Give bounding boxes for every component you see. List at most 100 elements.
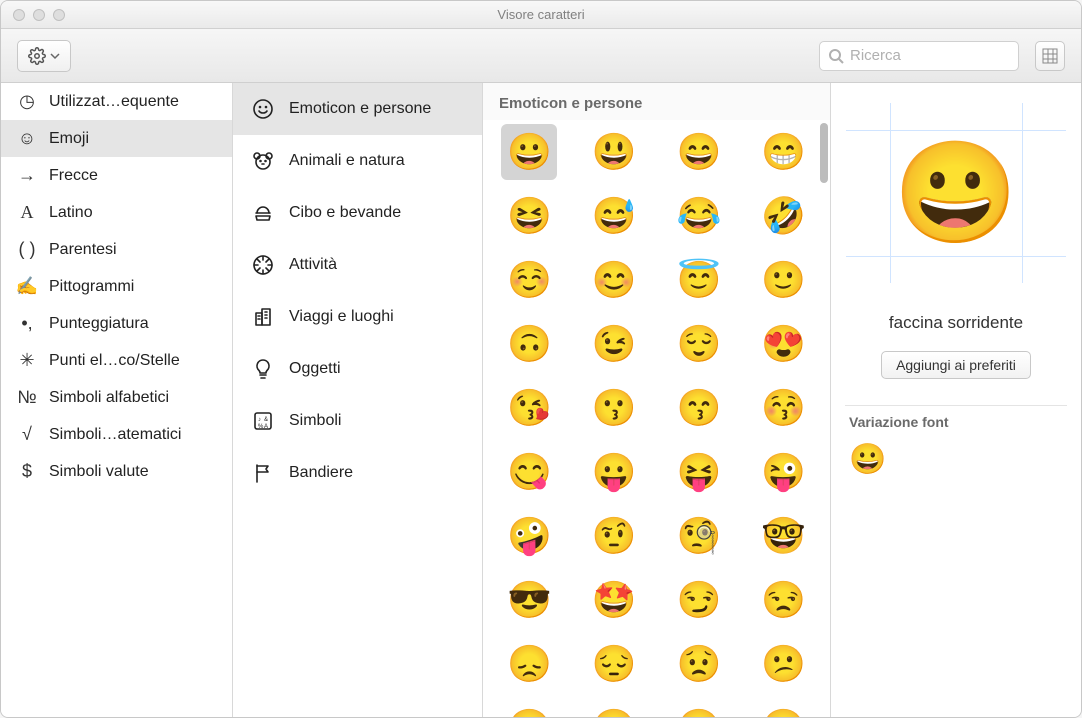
window-title: Visore caratteri xyxy=(1,7,1081,22)
emoji-cell[interactable]: 🙃 xyxy=(501,316,557,372)
pen-icon: ✍ xyxy=(15,276,39,297)
minimize-window-button[interactable] xyxy=(33,9,45,21)
emoji-cell[interactable]: 😄 xyxy=(671,124,727,180)
emoji-cell[interactable]: 😇 xyxy=(671,252,727,308)
emoji-cell[interactable]: ☹️ xyxy=(586,700,642,717)
subcategory-item[interactable]: Animali e natura xyxy=(233,135,482,187)
emoji-cell[interactable]: 😋 xyxy=(501,444,557,500)
traffic-lights xyxy=(1,9,65,21)
smile-icon xyxy=(251,97,279,121)
search-input[interactable] xyxy=(850,47,1049,64)
paren-icon: ( ) xyxy=(15,239,39,260)
emoji-cell[interactable]: 😉 xyxy=(586,316,642,372)
category-label: Emoji xyxy=(49,130,89,148)
category-item[interactable]: √Simboli…atematici xyxy=(1,416,232,453)
category-item[interactable]: №Simboli alfabetici xyxy=(1,379,232,416)
category-item[interactable]: ✳ Punti el…co/Stelle xyxy=(1,342,232,379)
sqrt-icon: √ xyxy=(15,424,39,445)
emoji-cell[interactable]: 😗 xyxy=(586,380,642,436)
category-label: Latino xyxy=(49,204,93,222)
subcategory-item[interactable]: Oggetti xyxy=(233,343,482,395)
category-item[interactable]: →Frecce xyxy=(1,157,232,194)
emoji-cell[interactable]: 😍 xyxy=(756,316,812,372)
subcategory-item[interactable]: Cibo e bevande xyxy=(233,187,482,239)
toggle-view-button[interactable] xyxy=(1035,41,1065,71)
close-window-button[interactable] xyxy=(13,9,25,21)
subcategory-label: Attività xyxy=(289,256,337,274)
emoji-cell[interactable]: 🙂 xyxy=(756,252,812,308)
category-sidebar: ◷Utilizzat…equente☺Emoji→FrecceALatino( … xyxy=(1,83,233,717)
emoji-cell[interactable]: 🙁 xyxy=(501,700,557,717)
gear-menu-button[interactable] xyxy=(17,40,71,72)
emoji-cell[interactable]: 🤩 xyxy=(586,572,642,628)
subcategory-item[interactable]: Attività xyxy=(233,239,482,291)
category-label: Punti el…co/Stelle xyxy=(49,352,180,370)
content-area: ◷Utilizzat…equente☺Emoji→FrecceALatino( … xyxy=(1,83,1081,717)
grid-header: Emoticon e persone xyxy=(483,83,830,120)
numero-icon: № xyxy=(15,387,39,408)
emoji-cell[interactable]: 😣 xyxy=(671,700,727,717)
emoji-cell[interactable]: 😆 xyxy=(501,188,557,244)
emoji-cell[interactable]: ☺️ xyxy=(501,252,557,308)
category-label: Pittogrammi xyxy=(49,278,134,296)
emoji-cell[interactable]: 😚 xyxy=(756,380,812,436)
punct-icon: •, xyxy=(15,313,39,334)
emoji-cell[interactable]: 😝 xyxy=(671,444,727,500)
emoji-cell[interactable]: 😃 xyxy=(586,124,642,180)
subcategory-sidebar: Emoticon e personeAnimali e natura Cibo e… xyxy=(233,83,483,717)
emoji-grid[interactable]: 😀 😃 😄 😁 😆 😅 😂 🤣 ☺️ 😊 😇 🙂 🙃 😉 😌 😍 😘 😗 😙 😚 😋 😛 😝 😜 🤪 🤨 🧐 🤓 😎 🤩 😏 😒 😞 😔 😟 😕 🙁 ☹️… xyxy=(483,120,830,717)
variation-section-title: Variazione font xyxy=(845,405,1067,436)
subcategory-item[interactable]: Bandiere xyxy=(233,447,482,499)
emoji-cell[interactable]: 😌 xyxy=(671,316,727,372)
emoji-cell[interactable]: 😏 xyxy=(671,572,727,628)
bulb-icon xyxy=(251,357,279,381)
emoji-cell[interactable]: 😙 xyxy=(671,380,727,436)
category-item[interactable]: ALatino xyxy=(1,194,232,231)
category-item[interactable]: ( )Parentesi xyxy=(1,231,232,268)
emoji-cell[interactable]: 😎 xyxy=(501,572,557,628)
scrollbar-thumb[interactable] xyxy=(820,123,828,183)
subcategory-label: Cibo e bevande xyxy=(289,204,401,222)
emoji-cell[interactable]: 😛 xyxy=(586,444,642,500)
scrollbar[interactable] xyxy=(820,123,828,715)
emoji-preview-box: 😀 xyxy=(846,103,1066,283)
category-item[interactable]: ◷Utilizzat…equente xyxy=(1,83,232,120)
emoji-cell[interactable]: 🤪 xyxy=(501,508,557,564)
emoji-cell[interactable]: 🤨 xyxy=(586,508,642,564)
emoji-cell[interactable]: 😊 xyxy=(586,252,642,308)
emoji-cell[interactable]: 🤓 xyxy=(756,508,812,564)
category-label: Simboli valute xyxy=(49,463,149,481)
emoji-cell[interactable]: 😕 xyxy=(756,636,812,692)
zoom-window-button[interactable] xyxy=(53,9,65,21)
asterisk-icon: ✳ xyxy=(15,350,39,371)
emoji-cell[interactable]: 😂 xyxy=(671,188,727,244)
emoji-cell[interactable]: 😔 xyxy=(586,636,642,692)
emoji-cell[interactable]: 😞 xyxy=(501,636,557,692)
emoji-cell[interactable]: 🧐 xyxy=(671,508,727,564)
subcategory-item[interactable]: Emoticon e persone xyxy=(233,83,482,135)
titlebar: Visore caratteri xyxy=(1,1,1081,29)
emoji-cell[interactable]: 😖 xyxy=(756,700,812,717)
font-variation-emoji[interactable]: 😀 xyxy=(849,443,886,476)
emoji-cell[interactable]: 😘 xyxy=(501,380,557,436)
emoji-cell[interactable]: 🤣 xyxy=(756,188,812,244)
emoji-cell[interactable]: 😜 xyxy=(756,444,812,500)
search-icon xyxy=(828,48,844,64)
emoji-cell[interactable]: 😟 xyxy=(671,636,727,692)
font-variation-row: 😀 xyxy=(845,436,890,483)
grid-icon xyxy=(1042,48,1058,64)
emoji-cell[interactable]: 😅 xyxy=(586,188,642,244)
emoji-cell[interactable]: 😁 xyxy=(756,124,812,180)
category-item[interactable]: $Simboli valute xyxy=(1,453,232,490)
category-item[interactable]: ✍ Pittogrammi xyxy=(1,268,232,305)
category-item[interactable]: •,Punteggiatura xyxy=(1,305,232,342)
category-label: Frecce xyxy=(49,167,98,185)
subcategory-item[interactable]: ♪&%ASimboli xyxy=(233,395,482,447)
subcategory-item[interactable]: Viaggi e luoghi xyxy=(233,291,482,343)
emoji-cell[interactable]: 😒 xyxy=(756,572,812,628)
emoji-cell[interactable]: 😀 xyxy=(501,124,557,180)
add-favorite-button[interactable]: Aggiungi ai preferiti xyxy=(881,351,1031,379)
search-field[interactable] xyxy=(819,41,1019,71)
clock-icon: ◷ xyxy=(15,91,39,112)
category-item[interactable]: ☺Emoji xyxy=(1,120,232,157)
